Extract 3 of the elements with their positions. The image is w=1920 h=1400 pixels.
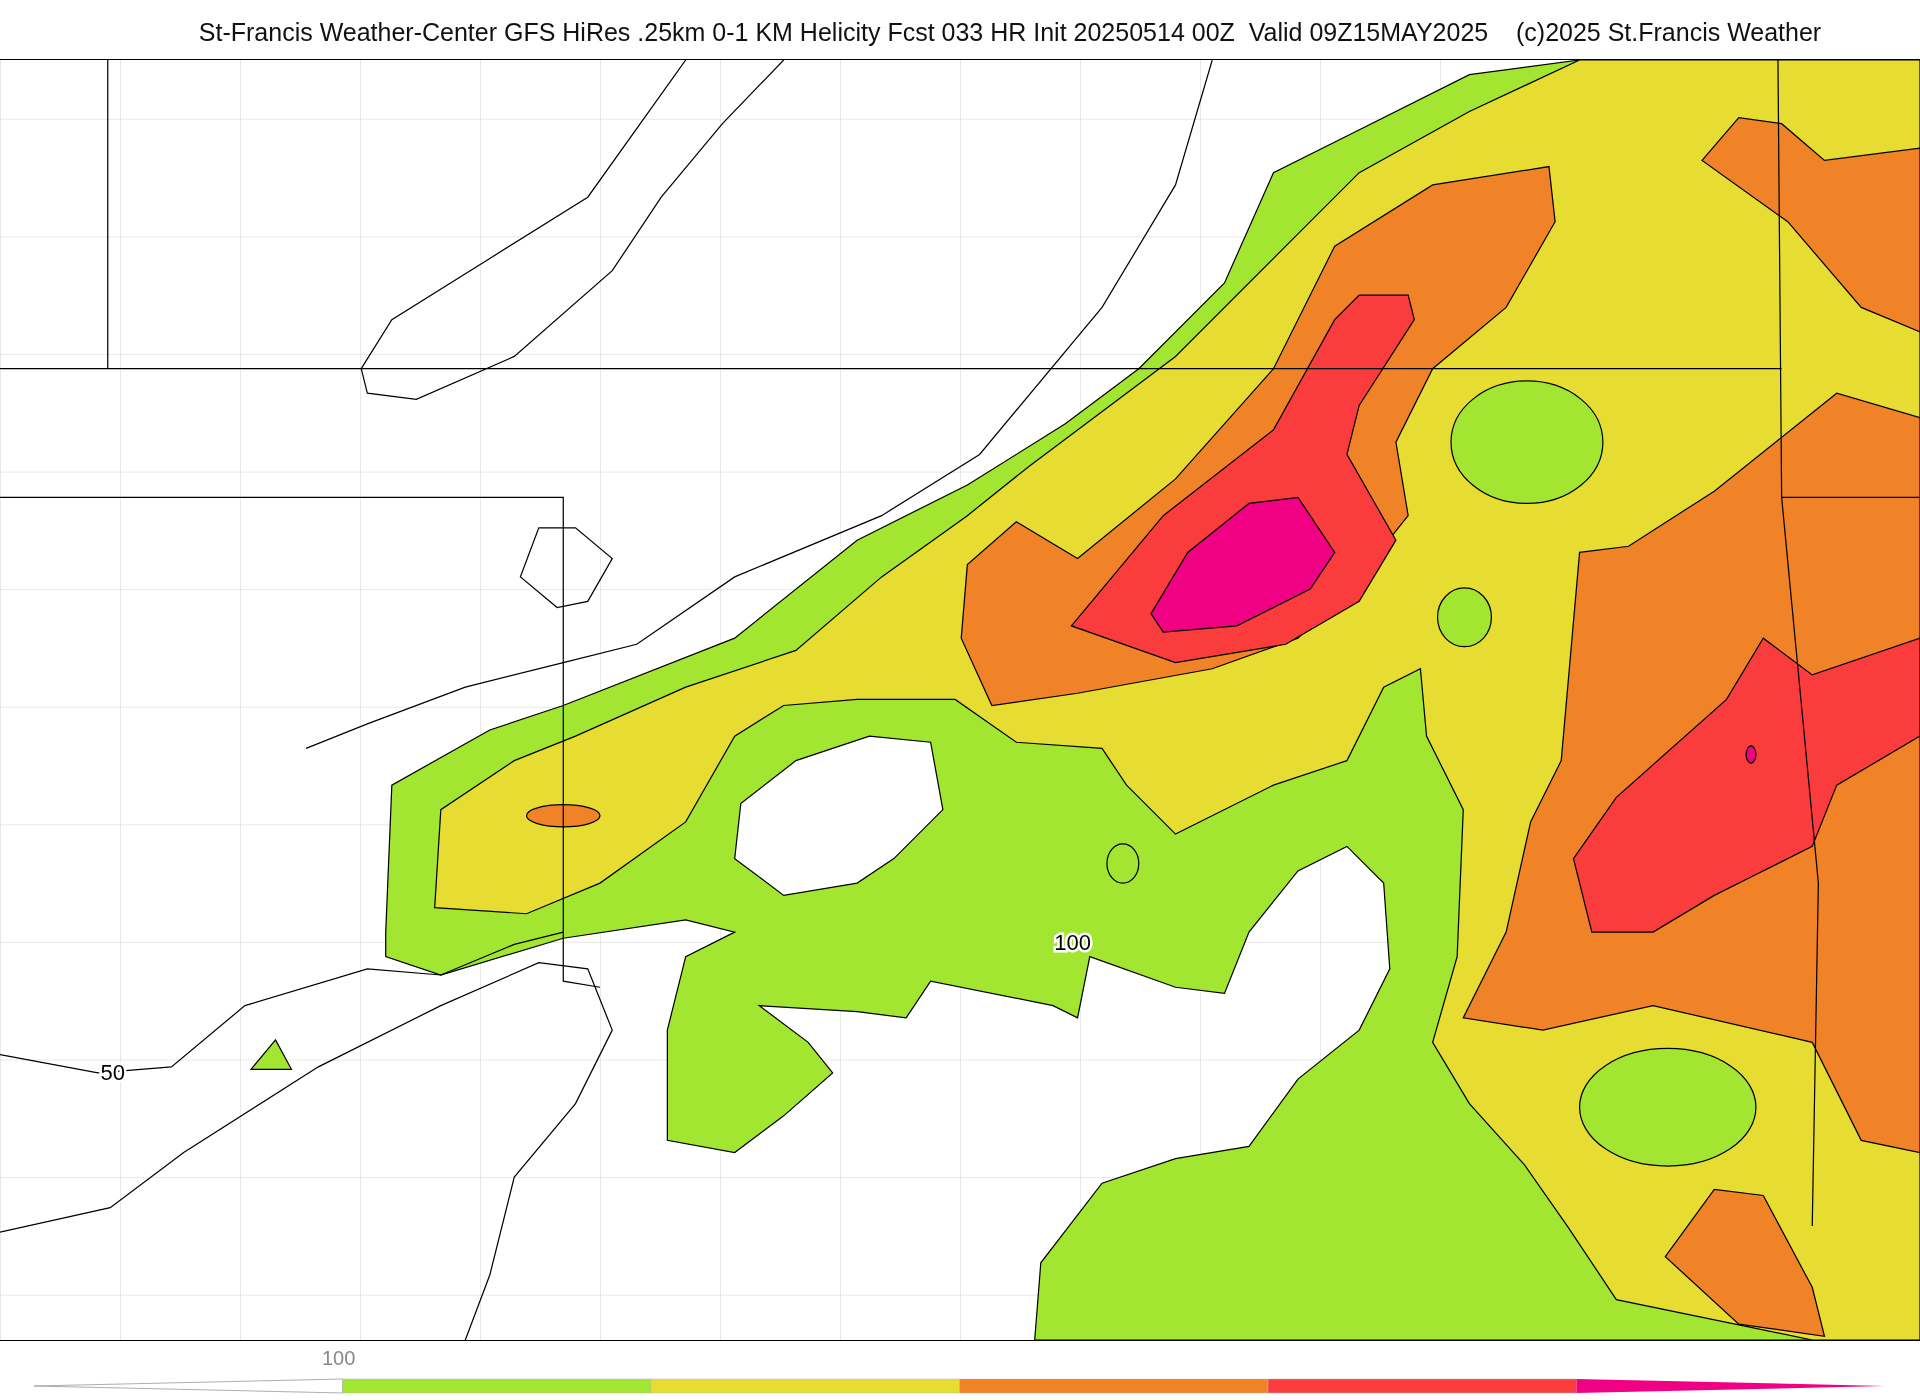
contour-label: 100 [1054, 930, 1092, 956]
colorbar-tick-label: 100 [322, 1347, 356, 1370]
map-title: St-Francis Weather-Center GFS HiRes .25km 0-1 KM Helicity Fcst 033 HR Init 20250514 00Z Valid 09Z15MAY2025 (c)2025 St.Francis Weather [197, 17, 1823, 48]
